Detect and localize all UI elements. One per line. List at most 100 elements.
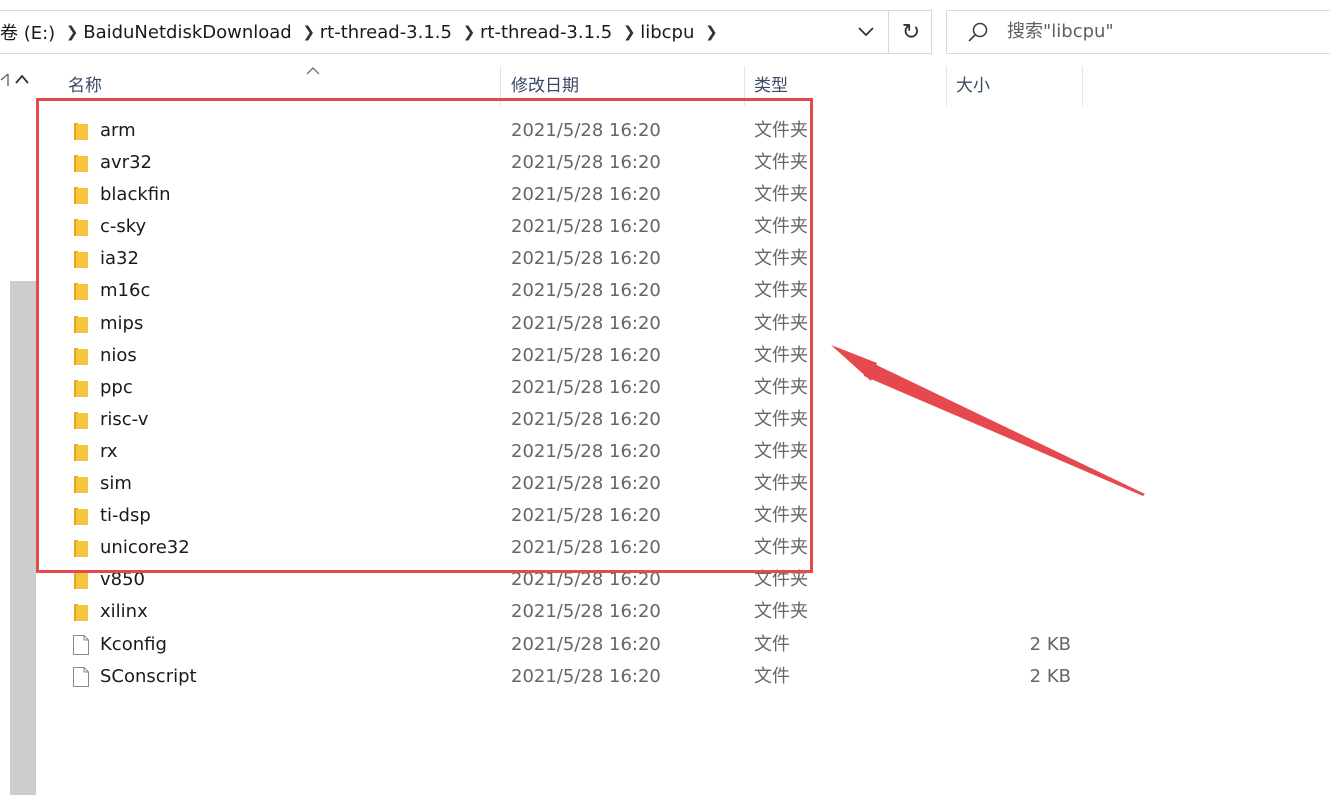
chevron-down-icon bbox=[858, 27, 874, 37]
table-row[interactable]: ti-dsp 2021/5/28 16:20 文件夹 bbox=[36, 500, 1330, 532]
scroll-up-icon[interactable] bbox=[14, 72, 30, 88]
file-size: 2 KB bbox=[1029, 633, 1071, 655]
file-name: v850 bbox=[100, 569, 146, 591]
breadcrumb-rtthread-inner[interactable]: rt-thread-3.1.5 bbox=[480, 22, 618, 43]
file-type: 文件 bbox=[754, 633, 790, 655]
column-name[interactable]: 名称 bbox=[60, 66, 500, 106]
table-row[interactable]: m16c 2021/5/28 16:20 文件夹 bbox=[36, 275, 1330, 307]
folder-icon bbox=[74, 315, 88, 333]
file-name: c-sky bbox=[100, 216, 147, 238]
breadcrumb-baidu[interactable]: BaiduNetdiskDownload bbox=[83, 22, 298, 43]
file-size bbox=[976, 275, 1071, 307]
file-type: 文件夹 bbox=[754, 473, 808, 495]
file-size bbox=[976, 468, 1071, 500]
table-row[interactable]: blackfin 2021/5/28 16:20 文件夹 bbox=[36, 179, 1330, 211]
table-row[interactable]: ppc 2021/5/28 16:20 文件夹 bbox=[36, 372, 1330, 404]
breadcrumb-drive[interactable]: 卷 (E:) bbox=[0, 19, 61, 45]
breadcrumb-rtthread-outer[interactable]: rt-thread-3.1.5 bbox=[320, 22, 458, 43]
table-row[interactable]: Kconfig 2021/5/28 16:20 文件 2 KB bbox=[36, 629, 1330, 661]
table-row[interactable]: avr32 2021/5/28 16:20 文件夹 bbox=[36, 147, 1330, 179]
column-divider[interactable] bbox=[744, 66, 745, 106]
file-size bbox=[976, 596, 1071, 628]
column-size[interactable]: 大小 bbox=[948, 66, 1083, 106]
file-type: 文件夹 bbox=[754, 344, 808, 366]
address-bar[interactable]: 卷 (E:) ❯ BaiduNetdiskDownload ❯ rt-threa… bbox=[0, 10, 932, 54]
file-type: 文件夹 bbox=[754, 248, 808, 270]
file-name: avr32 bbox=[100, 152, 152, 174]
breadcrumb-libcpu[interactable]: libcpu bbox=[640, 22, 700, 43]
file-size bbox=[976, 308, 1071, 340]
file-date: 2021/5/28 16:20 bbox=[511, 216, 661, 238]
column-divider[interactable] bbox=[500, 66, 501, 106]
file-date: 2021/5/28 16:20 bbox=[511, 152, 661, 174]
file-type: 文件夹 bbox=[754, 601, 808, 623]
file-icon bbox=[73, 634, 89, 655]
refresh-button[interactable]: ↻ bbox=[888, 11, 933, 53]
address-history-button[interactable] bbox=[852, 11, 880, 53]
file-date: 2021/5/28 16:20 bbox=[511, 505, 661, 527]
file-date: 2021/5/28 16:20 bbox=[511, 537, 661, 559]
table-row[interactable]: sim 2021/5/28 16:20 文件夹 bbox=[36, 468, 1330, 500]
table-row[interactable]: xilinx 2021/5/28 16:20 文件夹 bbox=[36, 596, 1330, 628]
file-size bbox=[976, 115, 1071, 147]
table-row[interactable]: mips 2021/5/28 16:20 文件夹 bbox=[36, 308, 1330, 340]
folder-icon bbox=[74, 219, 88, 237]
file-size bbox=[976, 436, 1071, 468]
column-divider[interactable] bbox=[1082, 66, 1083, 106]
toolbar: 卷 (E:) ❯ BaiduNetdiskDownload ❯ rt-threa… bbox=[0, 0, 1330, 66]
file-type: 文件夹 bbox=[754, 537, 808, 559]
folder-icon bbox=[74, 379, 88, 397]
file-name: Kconfig bbox=[100, 633, 167, 655]
file-name: mips bbox=[100, 312, 144, 334]
file-size bbox=[976, 243, 1071, 275]
file-type: 文件夹 bbox=[754, 184, 808, 206]
chevron-right-icon[interactable]: ❯ bbox=[298, 23, 320, 41]
column-date[interactable]: 修改日期 bbox=[503, 66, 743, 106]
search-box[interactable]: 搜索"libcpu" bbox=[946, 10, 1330, 54]
nav-pane-scrollbar[interactable] bbox=[0, 66, 36, 795]
table-row[interactable]: v850 2021/5/28 16:20 文件夹 bbox=[36, 564, 1330, 596]
table-row[interactable]: c-sky 2021/5/28 16:20 文件夹 bbox=[36, 211, 1330, 243]
file-name: risc-v bbox=[100, 408, 149, 430]
folder-icon bbox=[74, 123, 88, 140]
column-type[interactable]: 类型 bbox=[746, 66, 946, 106]
file-name: rx bbox=[100, 440, 118, 462]
file-size: 2 KB bbox=[1029, 665, 1071, 687]
folder-icon bbox=[74, 347, 88, 365]
file-size bbox=[976, 564, 1071, 596]
file-size bbox=[976, 404, 1071, 436]
chevron-right-icon[interactable]: ❯ bbox=[618, 23, 640, 41]
table-row[interactable]: ia32 2021/5/28 16:20 文件夹 bbox=[36, 243, 1330, 275]
scrollbar-thumb[interactable] bbox=[10, 281, 36, 795]
file-type: 文件夹 bbox=[754, 505, 808, 527]
table-row[interactable]: rx 2021/5/28 16:20 文件夹 bbox=[36, 436, 1330, 468]
file-date: 2021/5/28 16:20 bbox=[511, 569, 661, 591]
search-input[interactable]: 搜索"libcpu" bbox=[1007, 11, 1114, 53]
file-type: 文件夹 bbox=[754, 216, 808, 238]
file-size bbox=[976, 532, 1071, 564]
table-row[interactable]: risc-v 2021/5/28 16:20 文件夹 bbox=[36, 404, 1330, 436]
file-date: 2021/5/28 16:20 bbox=[511, 473, 661, 495]
file-type: 文件夹 bbox=[754, 280, 808, 302]
folder-icon bbox=[74, 155, 88, 173]
folder-icon bbox=[74, 572, 88, 590]
file-date: 2021/5/28 16:20 bbox=[511, 633, 661, 655]
folder-icon bbox=[74, 540, 88, 558]
file-date: 2021/5/28 16:20 bbox=[511, 408, 661, 430]
column-divider[interactable] bbox=[946, 66, 947, 106]
chevron-right-icon[interactable]: ❯ bbox=[61, 23, 83, 41]
table-row[interactable]: unicore32 2021/5/28 16:20 文件夹 bbox=[36, 532, 1330, 564]
folder-icon bbox=[74, 476, 88, 494]
file-date: 2021/5/28 16:20 bbox=[511, 344, 661, 366]
file-name: ti-dsp bbox=[100, 505, 151, 527]
table-row[interactable]: nios 2021/5/28 16:20 文件夹 bbox=[36, 340, 1330, 372]
folder-icon bbox=[74, 443, 88, 461]
table-row[interactable]: SConscript 2021/5/28 16:20 文件 2 KB bbox=[36, 661, 1330, 693]
file-type: 文件 bbox=[754, 665, 790, 687]
chevron-right-icon[interactable]: ❯ bbox=[458, 23, 480, 41]
folder-icon bbox=[74, 411, 88, 429]
file-date: 2021/5/28 16:20 bbox=[511, 440, 661, 462]
file-type: 文件夹 bbox=[754, 120, 808, 141]
chevron-right-icon[interactable]: ❯ bbox=[700, 23, 722, 41]
table-row[interactable]: arm 2021/5/28 16:20 文件夹 bbox=[36, 115, 1330, 147]
